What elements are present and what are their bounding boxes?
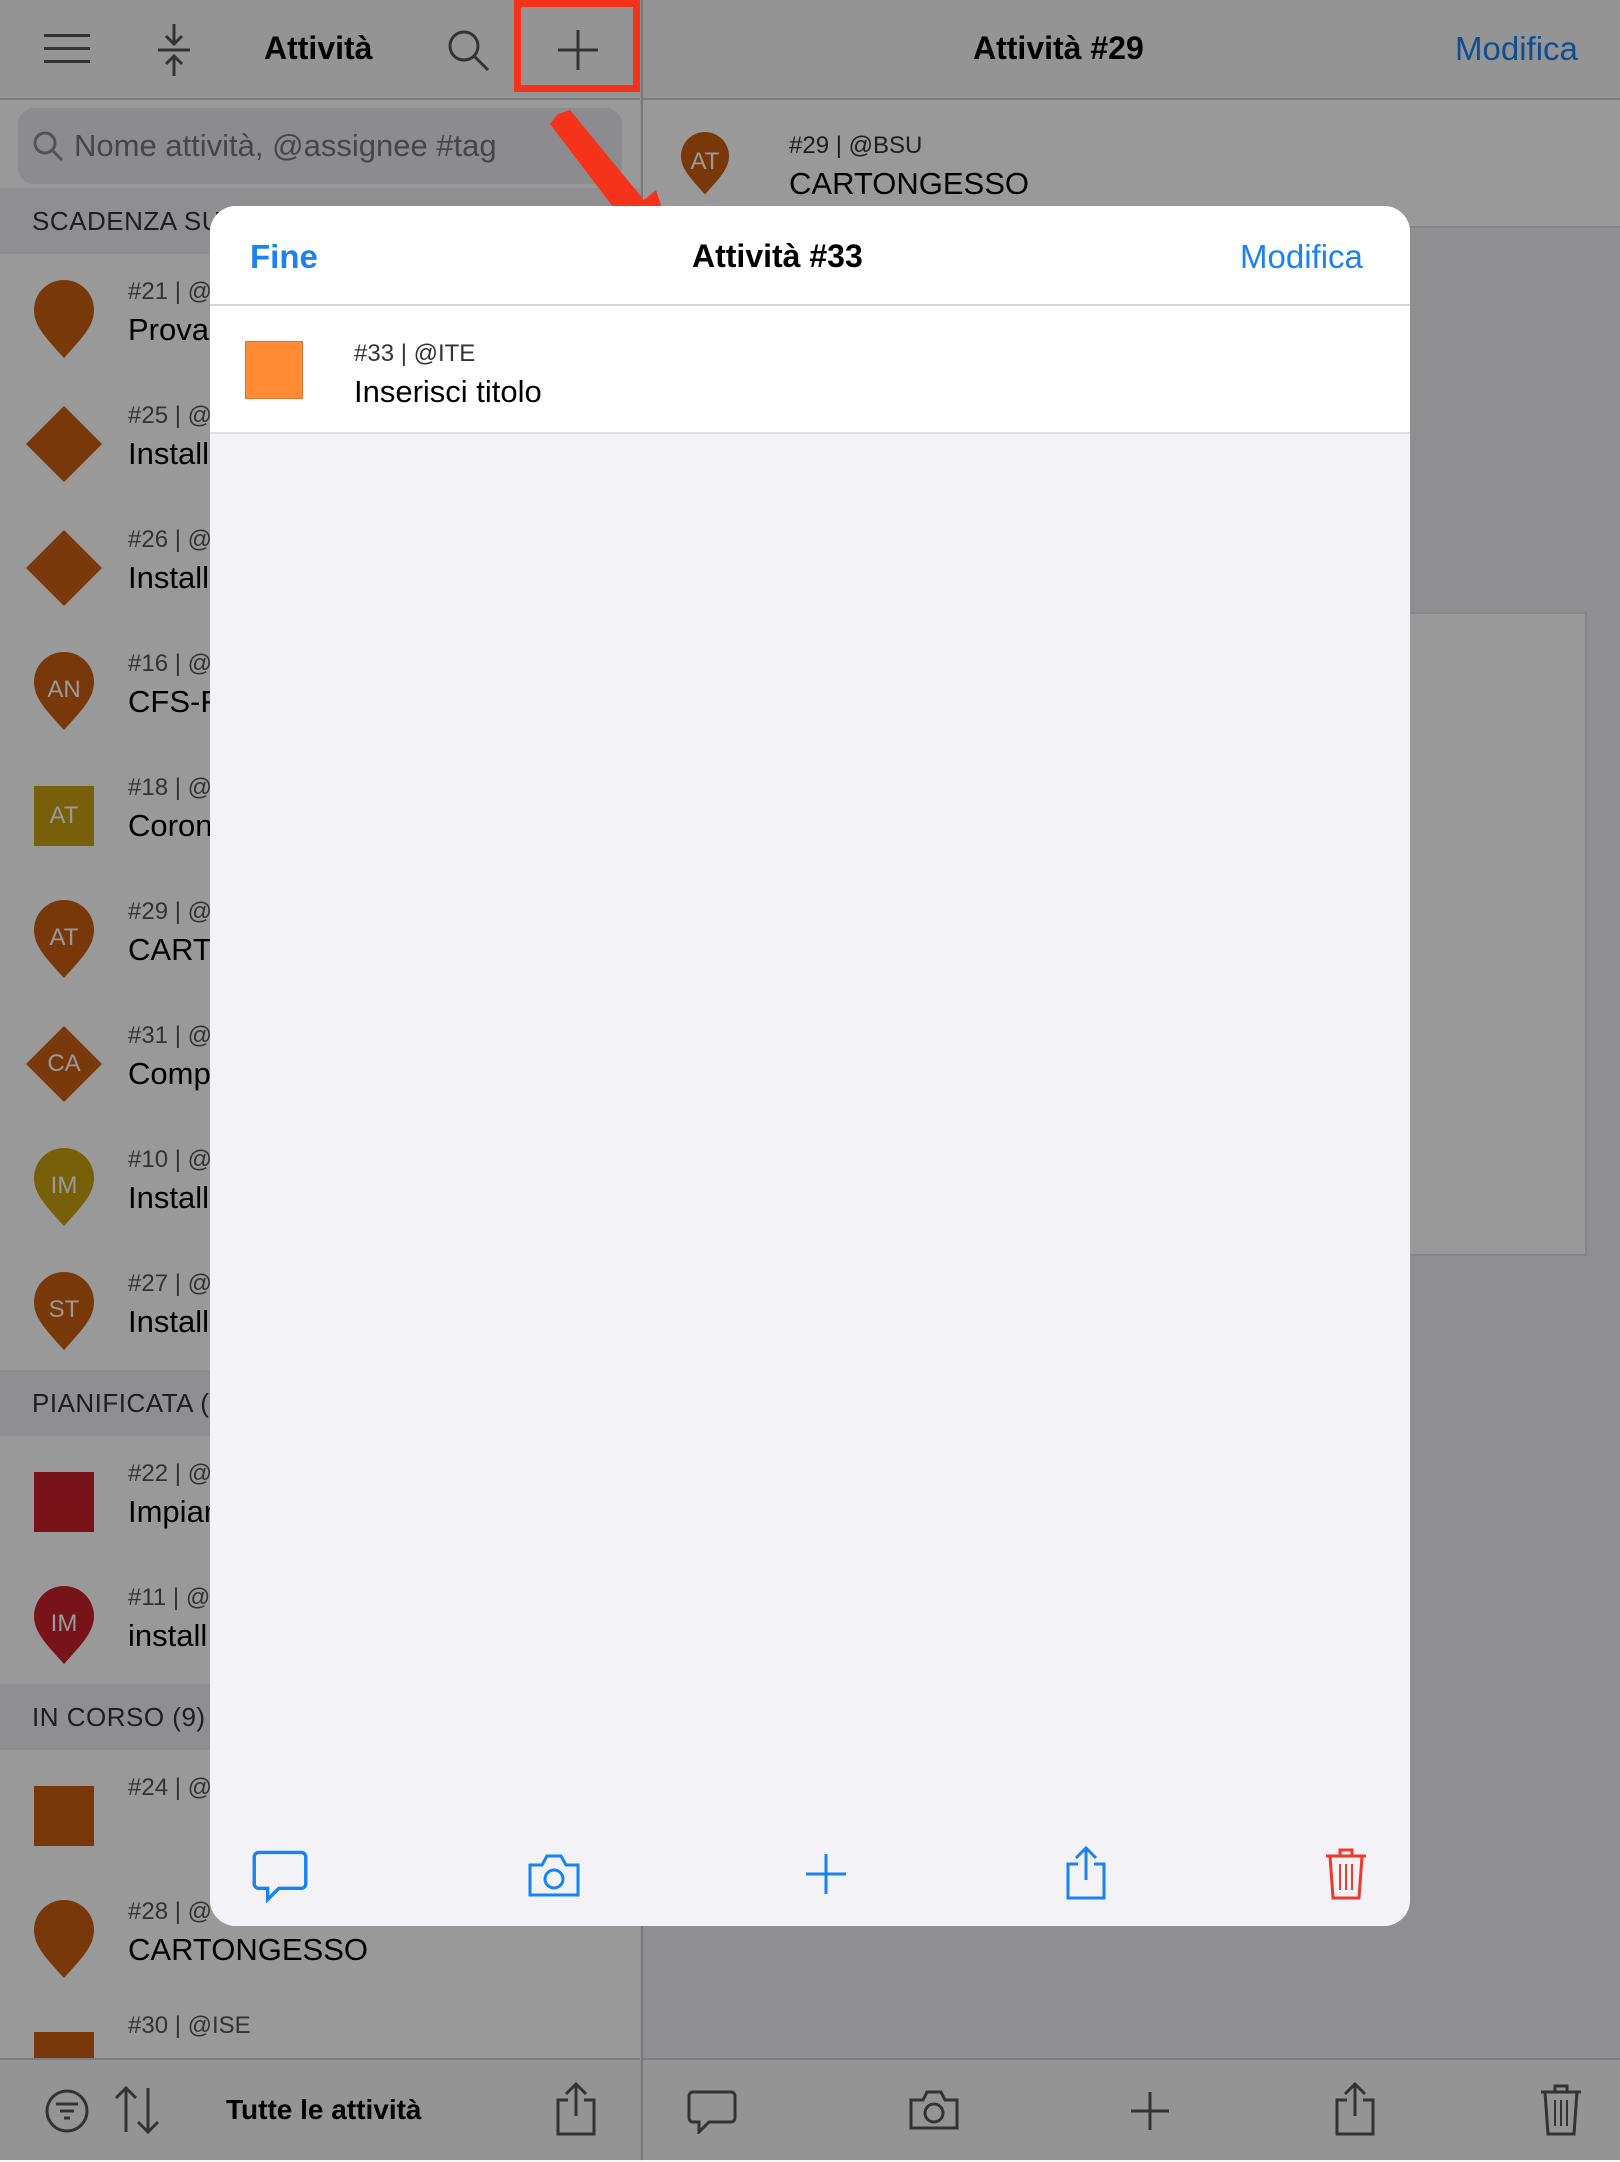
done-button[interactable]: Fine [250,238,318,276]
plus-icon[interactable] [804,1852,848,1896]
modal-task-title[interactable]: Inserisci titolo [354,374,542,410]
camera-icon[interactable] [526,1848,582,1904]
modal-title: Attività #33 [692,238,863,274]
trash-icon[interactable] [1324,1846,1368,1900]
task-color-swatch [245,341,303,399]
share-icon[interactable] [1064,1844,1108,1900]
modal-nav-bar: Fine Attività #33 Modifica [210,206,1410,306]
modal-task-meta: #33 | @ITE [354,340,476,367]
new-task-modal: Fine Attività #33 Modifica #33 | @ITE In… [210,206,1410,1926]
modal-bottom-toolbar [210,1826,1410,1926]
modal-edit-button[interactable]: Modifica [1240,238,1363,276]
modal-task-header[interactable]: #33 | @ITE Inserisci titolo [210,306,1410,434]
comment-icon[interactable] [252,1848,308,1904]
highlight-box [514,0,640,92]
